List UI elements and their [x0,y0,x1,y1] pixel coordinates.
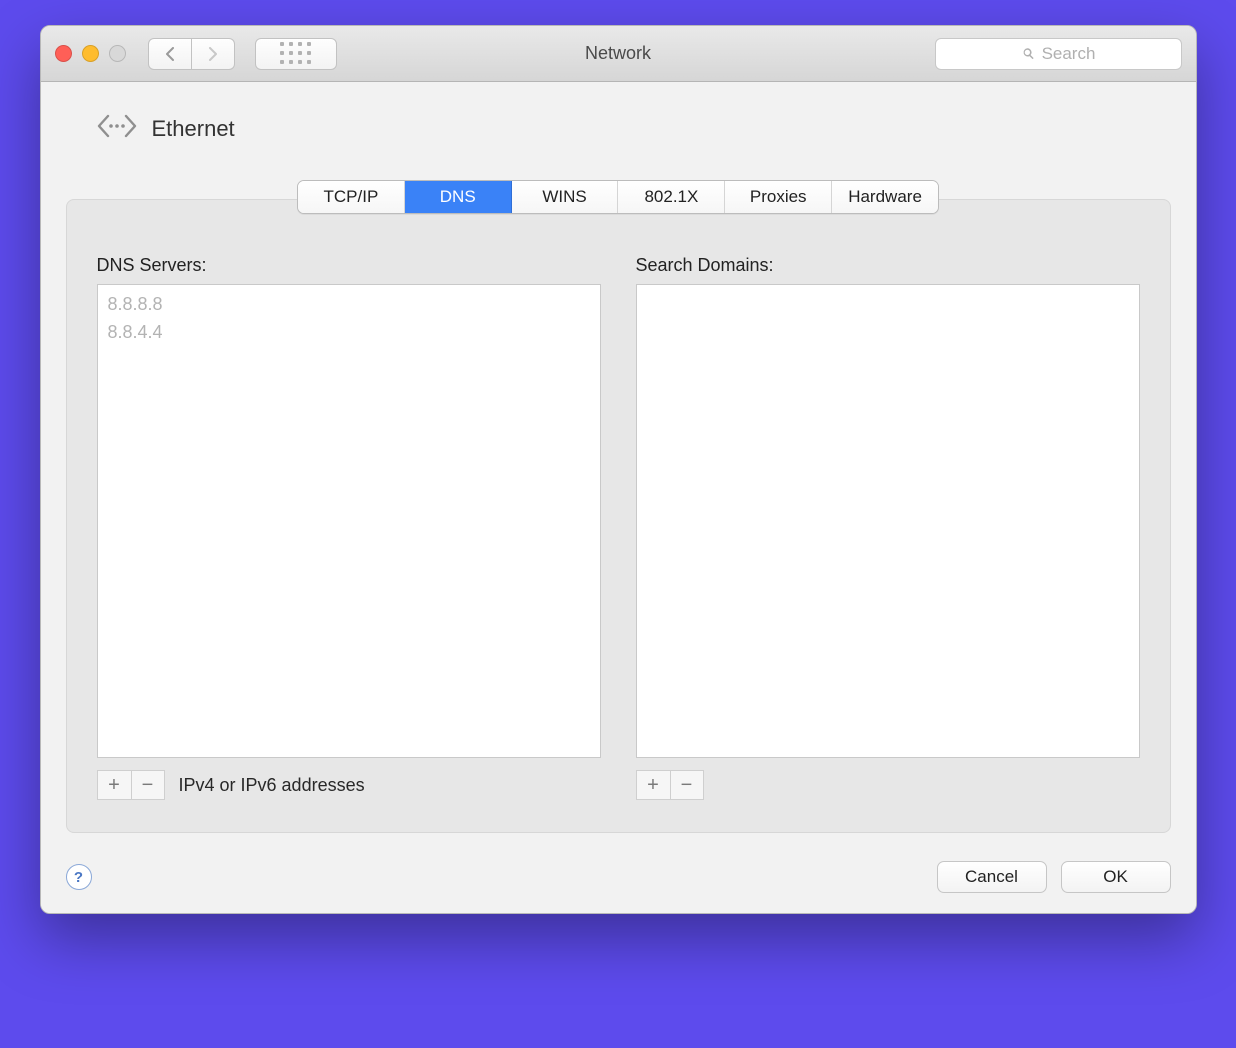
add-dns-server-button[interactable]: + [97,770,131,800]
search-domains-list[interactable] [636,284,1140,758]
tab-proxies[interactable]: Proxies [725,181,832,213]
dns-panel: DNS Servers: 8.8.8.88.8.4.4 + − IPv4 or … [66,199,1171,833]
dns-server-entry[interactable]: 8.8.4.4 [108,319,590,347]
ethernet-icon [96,112,138,145]
remove-dns-server-button[interactable]: − [131,770,165,800]
close-window-button[interactable] [55,45,72,62]
search-field[interactable]: Search [935,38,1182,70]
search-placeholder: Search [1042,44,1096,64]
preferences-window: Network Search Ethernet TCP/IPDNSWINS802… [40,25,1197,914]
tab-wins[interactable]: WINS [512,181,619,213]
dns-servers-label: DNS Servers: [97,255,601,276]
search-domains-column: Search Domains: + − [636,255,1140,802]
titlebar: Network Search [41,26,1196,82]
dns-servers-column: DNS Servers: 8.8.8.88.8.4.4 + − IPv4 or … [97,255,601,802]
dns-hint: IPv4 or IPv6 addresses [179,775,365,796]
search-domains-pm: + − [636,770,704,800]
remove-search-domain-button[interactable]: − [670,770,704,800]
show-all-button[interactable] [255,38,337,70]
dns-servers-pm: + − [97,770,165,800]
sheet-footer: ? Cancel OK [66,861,1171,893]
ok-button[interactable]: OK [1061,861,1171,893]
grid-icon [280,42,312,65]
minimize-window-button[interactable] [82,45,99,62]
search-icon [1021,46,1036,61]
tab-hardware[interactable]: Hardware [832,181,938,213]
add-search-domain-button[interactable]: + [636,770,670,800]
window-controls [55,45,126,62]
settings-tabs: TCP/IPDNSWINS802.1XProxiesHardware [297,180,939,214]
tab-tcpip[interactable]: TCP/IP [298,181,405,213]
dns-server-entry[interactable]: 8.8.8.8 [108,291,590,319]
forward-button[interactable] [192,38,235,70]
zoom-window-button[interactable] [109,45,126,62]
help-button[interactable]: ? [66,864,92,890]
back-button[interactable] [148,38,192,70]
interface-header: Ethernet [96,112,1171,145]
tab-8021x[interactable]: 802.1X [618,181,725,213]
interface-name: Ethernet [152,116,235,142]
tab-dns[interactable]: DNS [405,181,512,213]
sheet-body: Ethernet TCP/IPDNSWINS802.1XProxiesHardw… [41,82,1196,913]
nav-back-forward [148,38,235,70]
dns-servers-list[interactable]: 8.8.8.88.8.4.4 [97,284,601,758]
cancel-button[interactable]: Cancel [937,861,1047,893]
search-domains-label: Search Domains: [636,255,1140,276]
